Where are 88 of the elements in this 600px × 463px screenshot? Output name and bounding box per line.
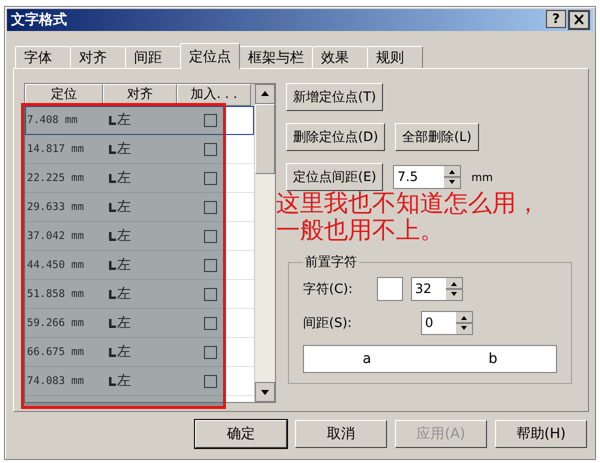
window-title: 文字格式 xyxy=(11,11,67,29)
delete-tab-stop-button[interactable]: 删除定位点(D) xyxy=(286,123,386,151)
help-button[interactable]: ? xyxy=(546,10,566,28)
table-cell: 左 xyxy=(117,314,131,332)
left-align-icon xyxy=(109,116,116,124)
scrollbar[interactable] xyxy=(254,84,275,402)
table-cell: 左 xyxy=(117,198,131,216)
column-header[interactable]: 加入. . . xyxy=(177,84,251,106)
scroll-down-icon[interactable] xyxy=(255,382,275,402)
left-align-icon xyxy=(109,144,116,154)
table-cell: 左 xyxy=(117,372,131,390)
table-cell: 左 xyxy=(117,227,131,245)
column-header[interactable]: 对齐 xyxy=(103,84,177,106)
table-cell: 左 xyxy=(117,140,131,158)
table-row[interactable]: 7.408 mm 左 xyxy=(25,106,254,135)
table-cell: 左 xyxy=(117,343,131,361)
field-label: 间距(S): xyxy=(303,315,353,332)
table-cell-text: 14.817 mm xyxy=(26,143,85,155)
preview-text: a xyxy=(362,351,372,367)
spinner-arrows-icon[interactable] xyxy=(446,278,462,300)
checkbox[interactable] xyxy=(204,230,217,242)
left-align-icon xyxy=(109,174,116,182)
checkbox[interactable] xyxy=(204,114,217,126)
scroll-up-icon[interactable] xyxy=(255,84,275,104)
table-cell: 左 xyxy=(117,285,131,303)
annotation-text: 一般也用不上。 xyxy=(276,217,444,244)
spinner-arrows-icon[interactable] xyxy=(444,166,460,188)
table-cell-text: 22.225 mm xyxy=(26,172,85,184)
close-icon[interactable] xyxy=(568,10,590,30)
tab[interactable]: 定位点 xyxy=(180,43,240,69)
left-align-icon xyxy=(109,202,116,212)
table-row[interactable]: 51.858 mm 左 xyxy=(25,280,254,309)
dialog-button[interactable]: 确定 xyxy=(195,420,287,448)
unit-label: mm xyxy=(471,170,493,184)
table-row[interactable]: 44.450 mm 左 xyxy=(25,251,254,280)
spinner-arrows-icon[interactable] xyxy=(456,312,472,334)
tab-spacing-button[interactable]: 定位点间距(E) xyxy=(286,163,384,191)
table-cell-text: 7.408 mm xyxy=(26,114,79,126)
table-row[interactable]: 59.266 mm 左 xyxy=(25,309,254,338)
dialog-button[interactable]: 帮助(H) xyxy=(495,420,587,448)
number-field[interactable]: 7.5 xyxy=(393,165,462,189)
number-field[interactable]: 0 xyxy=(421,311,473,335)
tab[interactable]: 对齐 xyxy=(70,46,126,68)
table-row[interactable]: 14.817 mm 左 xyxy=(25,135,254,164)
table-cell-text: 66.675 mm xyxy=(26,346,85,358)
checkbox[interactable] xyxy=(204,142,217,156)
table-cell: 左 xyxy=(117,169,131,187)
table-cell-text: 74.083 mm xyxy=(26,375,85,387)
table-cell-text: 37.042 mm xyxy=(26,230,85,242)
tab[interactable]: 字体 xyxy=(15,46,71,68)
table-row[interactable]: 29.633 mm 左 xyxy=(25,193,254,222)
table-cell-text: 44.450 mm xyxy=(26,259,85,271)
table-cell: 左 xyxy=(117,256,131,274)
dialog-button[interactable]: 取消 xyxy=(295,420,387,448)
checkbox[interactable] xyxy=(204,288,217,300)
checkbox[interactable] xyxy=(204,374,217,388)
table-cell-text: 29.633 mm xyxy=(26,201,85,213)
table-row[interactable]: 74.083 mm 左 xyxy=(25,367,254,396)
table-row[interactable]: 66.675 mm 左 xyxy=(25,338,254,367)
annotation-text: 这里我也不知道怎么用， xyxy=(276,190,540,217)
table-cell: 左 xyxy=(117,111,131,129)
character-field[interactable] xyxy=(377,277,403,301)
table-row[interactable]: 22.225 mm 左 xyxy=(25,164,254,193)
tab[interactable]: 规则 xyxy=(367,46,423,68)
table-row[interactable]: 37.042 mm 左 xyxy=(25,222,254,251)
scroll-thumb[interactable] xyxy=(255,104,275,174)
table-cell-text: 51.858 mm xyxy=(26,288,85,300)
delete-all-button[interactable]: 全部删除(L) xyxy=(395,123,479,151)
column-header[interactable]: 定位 xyxy=(25,84,103,106)
left-align-icon xyxy=(109,290,116,298)
preview-text: b xyxy=(488,351,498,367)
checkbox[interactable] xyxy=(204,346,217,358)
left-align-icon xyxy=(109,260,116,270)
group-title: 前置字符 xyxy=(304,254,358,271)
add-tab-stop-button[interactable]: 新增定位点(T) xyxy=(286,83,384,111)
tab[interactable]: 效果 xyxy=(312,46,368,68)
left-align-icon xyxy=(109,318,116,328)
checkbox[interactable] xyxy=(204,172,217,184)
tab[interactable]: 间距 xyxy=(125,46,181,68)
checkbox[interactable] xyxy=(204,258,217,272)
checkbox[interactable] xyxy=(204,316,217,330)
table-cell-text: 59.266 mm xyxy=(26,317,85,329)
left-align-icon xyxy=(109,232,116,240)
left-align-icon xyxy=(109,348,116,356)
checkbox[interactable] xyxy=(204,200,217,214)
field-label: 字符(C): xyxy=(303,281,354,298)
number-field[interactable]: 32 xyxy=(411,277,463,301)
left-align-icon xyxy=(109,376,116,386)
